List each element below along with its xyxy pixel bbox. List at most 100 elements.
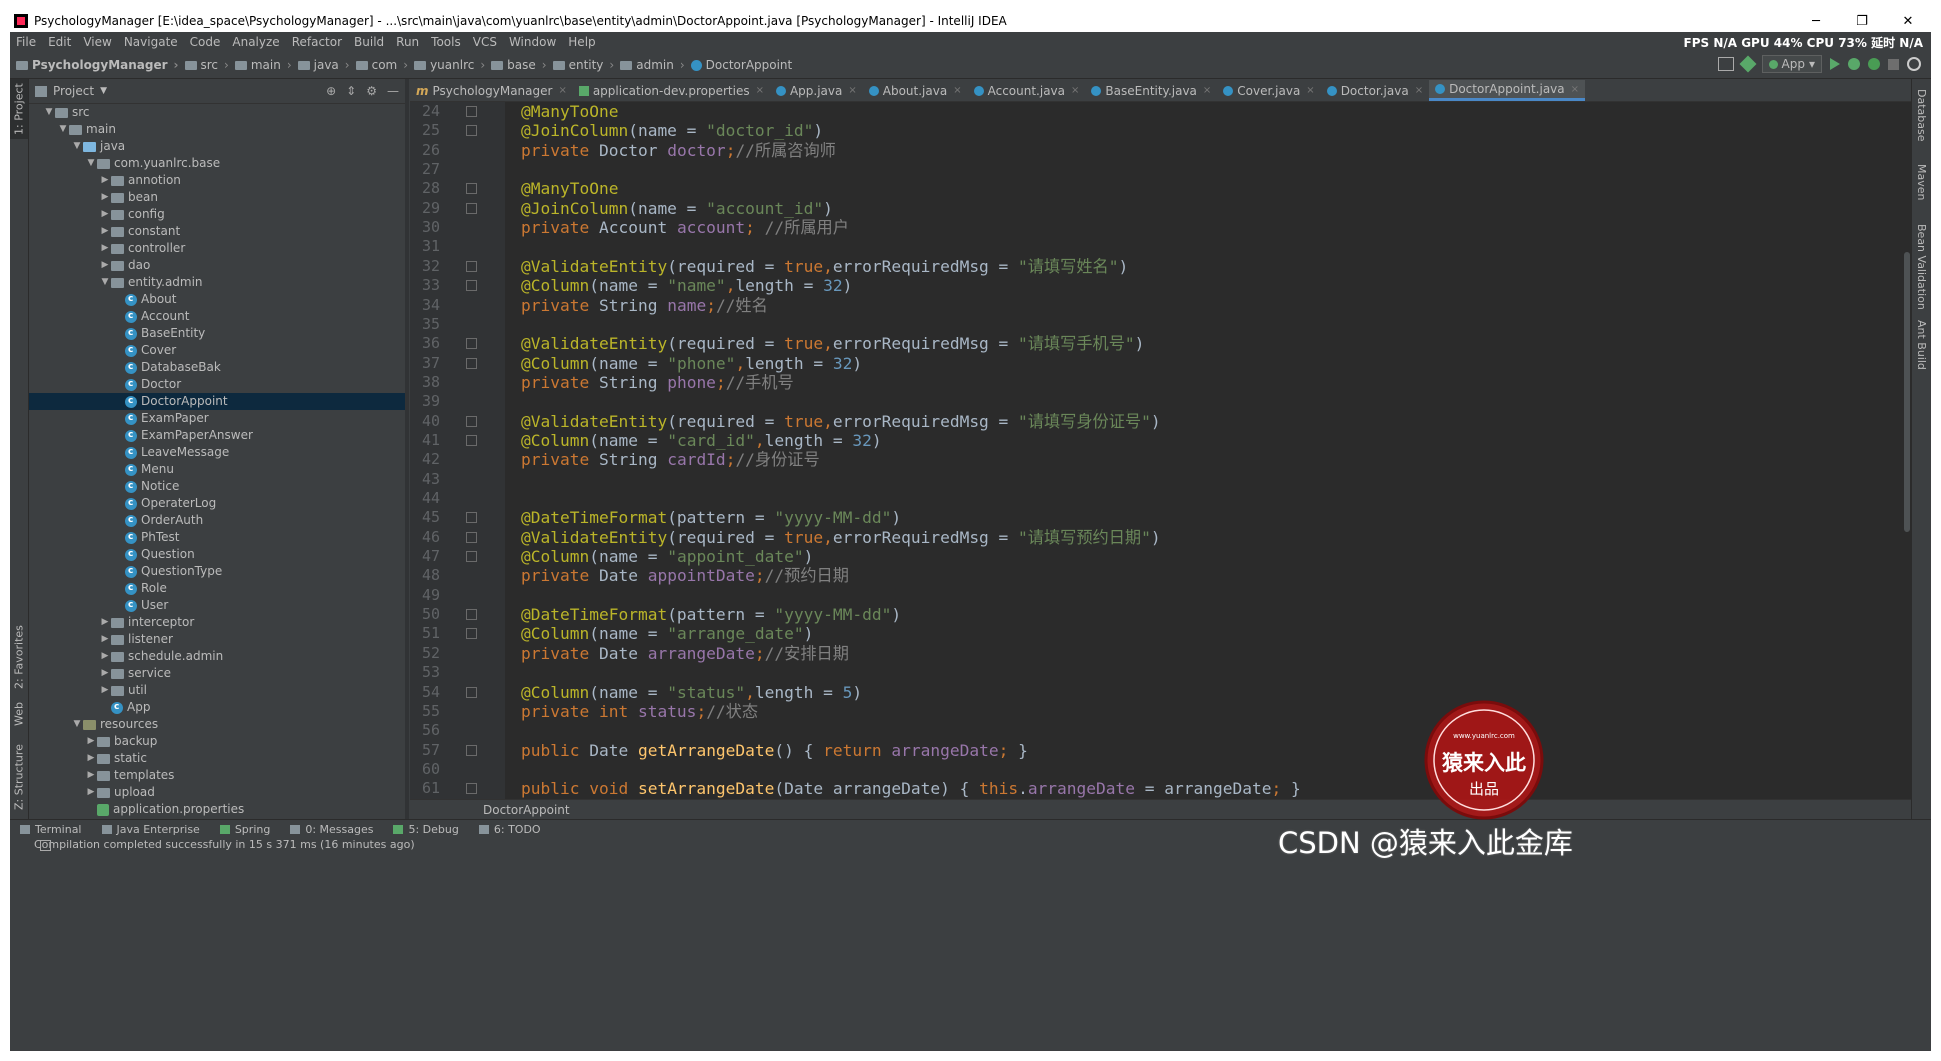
close-tab-icon[interactable]: ×	[558, 85, 566, 96]
fold-marker-icon[interactable]	[466, 338, 477, 350]
code-line[interactable]: 55 private int status;//状态	[410, 702, 1912, 721]
breadcrumb-admin[interactable]: admin ›	[617, 58, 687, 72]
code-line[interactable]: 37 @Column(name = "phone",length = 32)	[410, 354, 1912, 373]
code-line[interactable]: 60	[410, 760, 1912, 779]
ant-build-tool-tab[interactable]: Ant Build	[1912, 315, 1931, 375]
code-line[interactable]: 45 @DateTimeFormat(pattern = "yyyy-MM-dd"…	[410, 508, 1912, 527]
breadcrumb-src[interactable]: src ›	[182, 58, 232, 72]
code-line[interactable]: 28 @ManyToOne	[410, 179, 1912, 198]
tree-item[interactable]: ▶ interceptor	[29, 614, 405, 631]
code-line[interactable]: 27	[410, 160, 1912, 179]
chevron-right-icon[interactable]: ▶	[99, 614, 111, 631]
fold-marker-icon[interactable]	[466, 744, 477, 756]
search-icon[interactable]	[1907, 57, 1921, 71]
code-line[interactable]: 38 private String phone;//手机号	[410, 373, 1912, 392]
code-line[interactable]: 48 private Date appointDate;//预约日期	[410, 566, 1912, 585]
tree-item[interactable]: OrderAuth	[29, 512, 405, 529]
run-configuration-select[interactable]: App ▾	[1761, 55, 1822, 73]
menu-tools[interactable]: Tools	[425, 35, 467, 49]
chevron-down-icon[interactable]: ▼	[85, 155, 97, 172]
tree-item[interactable]: DoctorAppoint	[29, 393, 405, 410]
menu-vcs[interactable]: VCS	[467, 35, 503, 49]
tree-item[interactable]: application.properties	[29, 801, 405, 818]
editor-tab[interactable]: application-dev.properties ×	[573, 80, 770, 101]
tree-item[interactable]: Notice	[29, 478, 405, 495]
code-line[interactable]: 26 private Doctor doctor;//所属咨询师	[410, 141, 1912, 160]
panel-splitter[interactable]	[405, 79, 409, 819]
fold-marker-icon[interactable]	[466, 260, 477, 272]
close-tab-icon[interactable]: ×	[1415, 85, 1423, 96]
tree-item[interactable]: ▶ schedule.admin	[29, 648, 405, 665]
fold-marker-icon[interactable]	[466, 783, 477, 795]
menu-view[interactable]: View	[77, 35, 117, 49]
menu-build[interactable]: Build	[348, 35, 390, 49]
tree-item[interactable]: ▶ bean	[29, 189, 405, 206]
tree-item[interactable]: DatabaseBak	[29, 359, 405, 376]
code-line[interactable]: 31	[410, 237, 1912, 256]
code-line[interactable]: 57 public Date getArrangeDate() { return …	[410, 741, 1912, 760]
chevron-right-icon[interactable]: ▶	[99, 240, 111, 257]
tree-item[interactable]: ▶ annotion	[29, 172, 405, 189]
run-icon[interactable]	[1830, 58, 1840, 70]
tree-item[interactable]: ▶ dao	[29, 257, 405, 274]
menu-window[interactable]: Window	[503, 35, 562, 49]
code-line[interactable]: 46 @ValidateEntity(required = true,errorR…	[410, 528, 1912, 547]
java-enterprise-tool-tab[interactable]: Java Enterprise	[92, 823, 210, 836]
code-line[interactable]: 52 private Date arrangeDate;//安排日期	[410, 644, 1912, 663]
fold-marker-icon[interactable]	[466, 512, 477, 524]
fold-marker-icon[interactable]	[466, 434, 477, 446]
tree-item[interactable]: ▶ static	[29, 750, 405, 767]
menu-code[interactable]: Code	[184, 35, 227, 49]
code-editor[interactable]: 24 @ManyToOne 25 @JoinColumn(name = "doctor…	[410, 102, 1912, 799]
fold-marker-icon[interactable]	[466, 609, 477, 621]
tree-item[interactable]: Question	[29, 546, 405, 563]
tree-item[interactable]: ▼ src	[29, 104, 405, 121]
chevron-right-icon[interactable]: ▶	[99, 206, 111, 223]
tree-item[interactable]: PhTest	[29, 529, 405, 546]
chevron-right-icon[interactable]: ▶	[99, 257, 111, 274]
close-tab-icon[interactable]: ×	[756, 85, 764, 96]
breadcrumb-base[interactable]: base ›	[488, 58, 549, 72]
breadcrumb-entity[interactable]: entity ›	[550, 58, 618, 72]
minimize-button[interactable]: ─	[1793, 10, 1839, 32]
debug-tool-tab[interactable]: 5: Debug	[383, 823, 468, 836]
chevron-right-icon[interactable]: ▶	[99, 631, 111, 648]
tree-item[interactable]: App	[29, 699, 405, 716]
build-hammer-icon[interactable]	[1739, 55, 1757, 73]
fold-marker-icon[interactable]	[466, 280, 477, 292]
database-tool-tab[interactable]: Database	[1912, 85, 1931, 145]
tree-item[interactable]: LeaveMessage	[29, 444, 405, 461]
stop-icon[interactable]	[1888, 58, 1899, 70]
chevron-right-icon[interactable]: ▶	[99, 665, 111, 682]
code-line[interactable]: 25 @JoinColumn(name = "doctor_id")	[410, 121, 1912, 140]
fold-marker-icon[interactable]	[466, 106, 477, 117]
tree-item[interactable]: ExamPaper	[29, 410, 405, 427]
editor-tab[interactable]: m PsychologyManager ×	[410, 80, 573, 101]
close-tab-icon[interactable]: ×	[953, 85, 961, 96]
favorites-tool-tab[interactable]: 2: Favorites	[10, 619, 28, 695]
code-line[interactable]: 29 @JoinColumn(name = "account_id")	[410, 199, 1912, 218]
chevron-right-icon[interactable]: ▶	[99, 648, 111, 665]
maven-tool-tab[interactable]: Maven	[1912, 157, 1931, 207]
tree-item[interactable]: ▶ listener	[29, 631, 405, 648]
close-button[interactable]: ✕	[1885, 10, 1931, 32]
code-line[interactable]: 42 private String cardId;//身份证号	[410, 450, 1912, 469]
editor-breadcrumb-class[interactable]: DoctorAppoint	[483, 803, 570, 817]
chevron-down-icon[interactable]: ▼	[43, 104, 55, 121]
chevron-down-icon[interactable]: ▼	[99, 274, 111, 291]
editor-tab[interactable]: Account.java ×	[968, 80, 1086, 101]
editor-tab[interactable]: DoctorAppoint.java ×	[1429, 80, 1586, 101]
code-line[interactable]: 36 @ValidateEntity(required = true,errorR…	[410, 334, 1912, 353]
code-line[interactable]: 40 @ValidateEntity(required = true,errorR…	[410, 412, 1912, 431]
collapse-all-icon[interactable]: ⇕	[346, 84, 356, 98]
tree-item[interactable]: ▶ util	[29, 682, 405, 699]
code-line[interactable]: 47 @Column(name = "appoint_date")	[410, 547, 1912, 566]
chevron-right-icon[interactable]: ▶	[99, 682, 111, 699]
chevron-down-icon[interactable]: ▼	[71, 716, 83, 733]
menu-navigate[interactable]: Navigate	[118, 35, 184, 49]
code-line[interactable]: 51 @Column(name = "arrange_date")	[410, 624, 1912, 643]
tree-item[interactable]: ▼ com.yuanlrc.base	[29, 155, 405, 172]
terminal-tool-tab[interactable]: Terminal	[10, 823, 92, 836]
breadcrumb-java[interactable]: java ›	[295, 58, 353, 72]
tree-item[interactable]: Account	[29, 308, 405, 325]
